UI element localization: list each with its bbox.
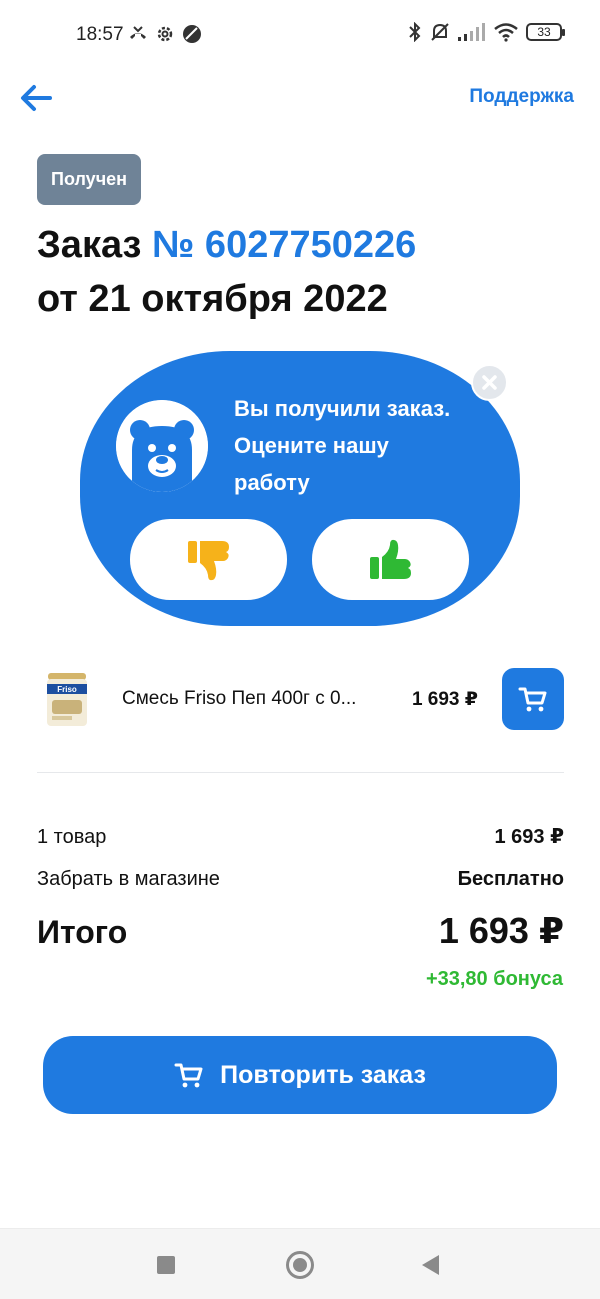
repeat-order-button[interactable]: Повторить заказ bbox=[43, 1036, 557, 1114]
summary-delivery-row: Забрать в магазине Бесплатно bbox=[37, 868, 564, 891]
items-count-label: 1 товар bbox=[37, 826, 107, 848]
status-badge: Получен bbox=[37, 154, 142, 205]
total-value: 1 693 ₽ bbox=[438, 910, 564, 951]
system-nav-bar bbox=[0, 1228, 600, 1299]
cart-icon bbox=[174, 1063, 203, 1088]
repeat-order-label: Повторить заказ bbox=[220, 1060, 426, 1089]
add-to-cart-button[interactable] bbox=[502, 668, 564, 730]
product-pack-brand: Friso bbox=[57, 685, 77, 694]
product-name[interactable]: Смесь Friso Пеп 400г с 0... bbox=[122, 688, 382, 710]
wifi-icon bbox=[494, 23, 518, 42]
battery-level: 33 bbox=[537, 25, 551, 39]
bear-mascot-icon bbox=[116, 400, 208, 492]
missed-call-icon bbox=[130, 26, 146, 39]
total-label: Итого bbox=[37, 914, 128, 950]
summary-items-row: 1 товар 1 693 ₽ bbox=[37, 824, 564, 849]
battery-icon: 33 bbox=[526, 23, 565, 41]
title-prefix: Заказ bbox=[37, 224, 142, 266]
delivery-value: Бесплатно bbox=[457, 868, 564, 890]
mute-icon bbox=[431, 23, 449, 41]
thumbs-down-icon bbox=[187, 540, 229, 580]
divider bbox=[37, 772, 564, 773]
items-total-value: 1 693 ₽ bbox=[494, 826, 564, 848]
order-date: от 21 октября 2022 bbox=[37, 278, 388, 320]
bonus-amount: +33,80 бонуса bbox=[425, 968, 563, 990]
rating-prompt: Вы получили заказ. Оцените нашу работу bbox=[234, 390, 484, 501]
cart-icon bbox=[518, 687, 547, 712]
back-button[interactable] bbox=[16, 78, 56, 118]
rating-line-3: работу bbox=[234, 470, 310, 495]
status-right-icons: 33 bbox=[408, 22, 565, 42]
thumbs-up-icon bbox=[369, 539, 411, 579]
settings-icon bbox=[157, 26, 173, 42]
close-icon bbox=[482, 375, 497, 390]
status-bar: 18:57 33 bbox=[0, 0, 600, 70]
system-back-button[interactable] bbox=[422, 1255, 439, 1275]
vpn-icon bbox=[183, 25, 201, 43]
close-rating-button[interactable] bbox=[471, 364, 508, 401]
rating-line-2: Оцените нашу bbox=[234, 433, 389, 458]
delivery-label: Забрать в магазине bbox=[37, 868, 220, 890]
product-price: 1 693 ₽ bbox=[411, 689, 478, 710]
summary-total-row: Итого 1 693 ₽ bbox=[37, 910, 564, 952]
support-link[interactable]: Поддержка bbox=[469, 86, 574, 108]
page-title: Заказ № 6027750226 bbox=[37, 220, 416, 270]
status-left-icons bbox=[128, 24, 202, 44]
dislike-button[interactable] bbox=[130, 519, 287, 600]
rating-line-1: Вы получили заказ. bbox=[234, 396, 451, 421]
bluetooth-icon bbox=[409, 22, 421, 42]
recents-button[interactable] bbox=[157, 1256, 175, 1274]
arrow-left-icon bbox=[21, 85, 52, 111]
signal-icon bbox=[458, 23, 485, 41]
like-button[interactable] bbox=[312, 519, 469, 600]
order-number[interactable]: № 6027750226 bbox=[152, 224, 416, 266]
status-time: 18:57 bbox=[76, 24, 124, 45]
home-button[interactable] bbox=[286, 1251, 314, 1279]
product-image[interactable]: Friso bbox=[44, 670, 90, 728]
